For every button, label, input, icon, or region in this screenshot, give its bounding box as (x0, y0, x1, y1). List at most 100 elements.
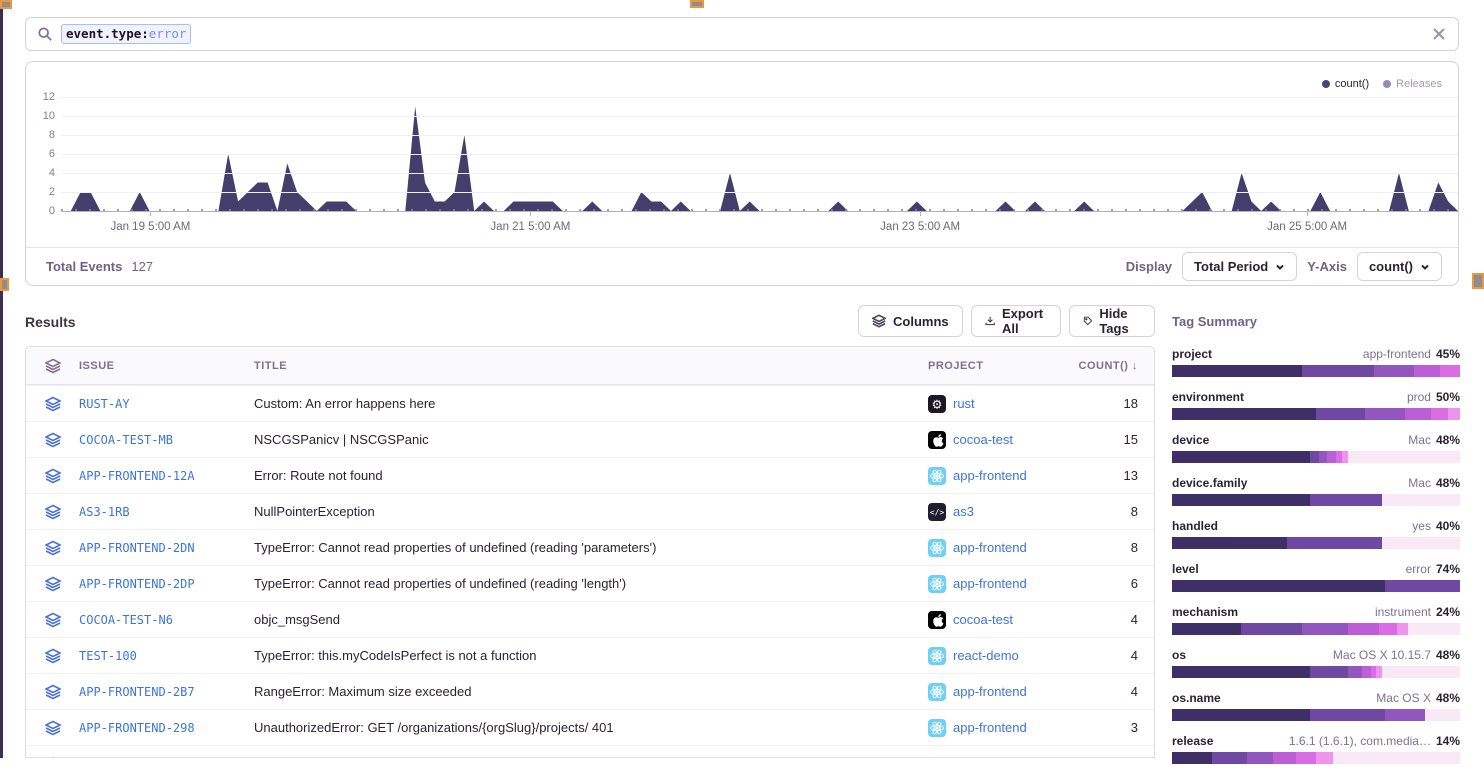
tag-distribution-bar[interactable] (1172, 451, 1460, 463)
project-link[interactable]: cocoa-test (953, 432, 1013, 447)
tag-distribution-bar[interactable] (1172, 752, 1460, 764)
search-bar[interactable]: event.type:error (25, 17, 1459, 51)
tag-name: device (1172, 433, 1209, 447)
issue-icon-cell (26, 396, 79, 412)
issue-stack-icon (45, 720, 61, 736)
issue-link[interactable]: COCOA-TEST-MB (79, 433, 254, 447)
tag-bar-segment (1348, 623, 1380, 635)
issue-stack-icon (45, 396, 61, 412)
project-link[interactable]: app-frontend (953, 576, 1027, 591)
project-link[interactable]: as3 (953, 504, 974, 519)
issue-link[interactable]: TEST-100 (79, 649, 254, 663)
columns-button[interactable]: Columns (858, 305, 963, 337)
project-link[interactable]: app-frontend (953, 468, 1027, 483)
count-value: 3 (1078, 720, 1154, 735)
issue-link[interactable]: APP-FRONTEND-2B7 (79, 685, 254, 699)
issue-icon-cell (26, 684, 79, 700)
search-token-key: event.type: (66, 26, 149, 41)
count-value: 4 (1078, 648, 1154, 663)
project-link[interactable]: app-frontend (953, 720, 1027, 735)
header-layers-cell[interactable] (26, 358, 79, 374)
tag-bar-segment (1362, 666, 1371, 678)
tag-distribution-bar[interactable] (1172, 537, 1460, 549)
tag-distribution-bar[interactable] (1172, 365, 1460, 377)
export-all-button[interactable]: Export All (971, 305, 1061, 337)
issue-title: TypeError: Cannot read properties of und… (254, 576, 928, 591)
project-link[interactable]: react-demo (953, 648, 1019, 663)
tag-row-handled: handledyes40% (1172, 519, 1460, 549)
yaxis-select-value: count() (1369, 259, 1413, 274)
search-query-token[interactable]: event.type:error (61, 24, 191, 44)
tag-name: level (1172, 562, 1199, 576)
release-markers (61, 209, 1458, 211)
tag-row-os-name: os.nameMac OS X48% (1172, 691, 1460, 721)
tag-top-value: prod (1407, 390, 1431, 404)
yaxis-select[interactable]: count() (1357, 252, 1442, 281)
tag-distribution-bar[interactable] (1172, 623, 1460, 635)
issue-icon-cell (26, 540, 79, 556)
tag-distribution-bar[interactable] (1172, 709, 1460, 721)
tag-row-header: projectapp-frontend45% (1172, 347, 1460, 361)
tag-top-percent: 74% (1436, 562, 1460, 576)
issue-title: UnauthorizedError: GET /organizations/{o… (254, 720, 928, 735)
column-header-title[interactable]: TITLE (254, 360, 928, 372)
tag-distribution-bar[interactable] (1172, 666, 1460, 678)
issue-title: TypeError: this.myCodeIsPerfect is not a… (254, 648, 928, 663)
project-link[interactable]: cocoa-test (953, 612, 1013, 627)
chart-footer: Total Events 127 Display Total Period Y-… (26, 247, 1458, 285)
tag-summary-heading: Tag Summary (1172, 314, 1460, 329)
count-value: 13 (1078, 468, 1154, 483)
project-link[interactable]: app-frontend (953, 540, 1027, 555)
gridline (61, 192, 1458, 193)
tag-bar-segment (1348, 451, 1460, 463)
issue-link[interactable]: AS3-1RB (79, 505, 254, 519)
tag-name: handled (1172, 519, 1218, 533)
issue-link[interactable]: APP-FRONTEND-298 (79, 721, 254, 735)
count-value: 8 (1078, 540, 1154, 555)
column-header-count[interactable]: COUNT() ↓ (1078, 360, 1154, 372)
issue-stack-icon (45, 540, 61, 556)
issue-link[interactable]: APP-FRONTEND-2DN (79, 541, 254, 555)
tag-row-device: deviceMac48% (1172, 433, 1460, 463)
project-cell: app-frontend (928, 539, 1078, 557)
tag-bar-segment (1310, 709, 1385, 721)
project-icon-react (928, 575, 946, 593)
issue-link[interactable]: RUST-AY (79, 397, 254, 411)
project-icon-react (928, 467, 946, 485)
display-select-value: Total Period (1194, 259, 1268, 274)
tag-name: environment (1172, 390, 1244, 404)
tag-bar-segment (1448, 408, 1460, 420)
events-area-chart[interactable]: Jan 19 5:00 AMJan 21 5:00 AMJan 23 5:00 … (61, 97, 1458, 211)
tag-row-header: deviceMac48% (1172, 433, 1460, 447)
tag-distribution-bar[interactable] (1172, 408, 1460, 420)
issue-link[interactable]: APP-FRONTEND-12A (79, 469, 254, 483)
tag-distribution-bar[interactable] (1172, 494, 1460, 506)
table-row: APP-FRONTEND-2DPTypeError: Cannot read p… (26, 565, 1154, 601)
results-heading: Results (25, 314, 76, 330)
close-icon[interactable] (1432, 27, 1446, 41)
legend-item-count[interactable]: count() (1322, 78, 1369, 90)
tag-row-mechanism: mechanisminstrument24% (1172, 605, 1460, 635)
issue-link[interactable]: APP-FRONTEND-2DP (79, 577, 254, 591)
tag-row-os: osMac OS X 10.15.748% (1172, 648, 1460, 678)
tag-bar-segment (1374, 365, 1414, 377)
tag-bar-segment (1431, 408, 1448, 420)
tag-row-level: levelerror74% (1172, 562, 1460, 592)
project-link[interactable]: app-frontend (953, 684, 1027, 699)
tag-distribution-bar[interactable] (1172, 580, 1460, 592)
tag-bar-segment (1385, 580, 1460, 592)
hide-tags-button[interactable]: Hide Tags (1069, 305, 1155, 337)
legend-item-releases[interactable]: Releases (1383, 78, 1442, 90)
column-header-issue[interactable]: ISSUE (79, 360, 254, 372)
project-cell: ⚙rust (928, 395, 1078, 413)
issue-link[interactable]: COCOA-TEST-N6 (79, 613, 254, 627)
issue-stack-icon (45, 684, 61, 700)
tag-row-environment: environmentprod50% (1172, 390, 1460, 420)
project-link[interactable]: rust (953, 396, 975, 411)
tag-bar-segment (1316, 408, 1365, 420)
export-all-button-label: Export All (1002, 306, 1047, 336)
display-select[interactable]: Total Period (1182, 252, 1297, 281)
column-header-project[interactable]: PROJECT (928, 360, 1078, 372)
annotation-handle (1472, 273, 1484, 289)
tag-bar-segment (1405, 408, 1431, 420)
